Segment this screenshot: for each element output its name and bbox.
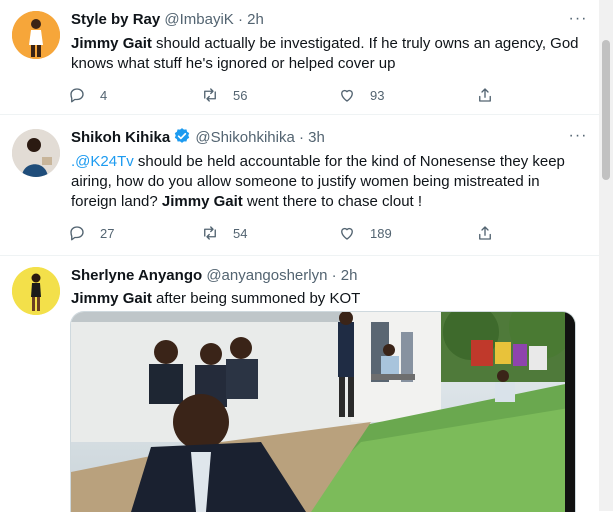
tweet-header: Sherlyne Anyango @anyangosherlyn · 2h xyxy=(71,266,357,286)
reply-count: 4 xyxy=(100,87,108,103)
like-button[interactable]: 93 xyxy=(338,85,384,105)
retweet-count: 54 xyxy=(233,225,248,241)
like-button[interactable]: 189 xyxy=(338,223,392,243)
retweet-button[interactable]: 54 xyxy=(201,223,247,243)
tweet-header: Style by Ray @ImbayiK · 2h xyxy=(71,10,264,30)
verified-badge-icon xyxy=(174,128,190,143)
share-button[interactable] xyxy=(476,223,508,243)
tweet-text-content: after being summoned by KOT xyxy=(151,290,361,307)
avatar[interactable] xyxy=(12,11,60,59)
like-icon xyxy=(341,89,353,102)
handle[interactable]: @ImbayiK xyxy=(164,11,233,28)
avatar[interactable] xyxy=(12,267,60,315)
tweet-text: .@K24Tv should be held accountable for t… xyxy=(71,152,571,212)
share-icon xyxy=(479,88,491,102)
tweet-text-part2: went there to chase clout ! xyxy=(242,193,423,210)
display-name[interactable]: Sherlyne Anyango xyxy=(71,267,202,284)
tweet-header: Shikoh Kihika @Shikohkihika · 3h xyxy=(71,127,325,148)
avatar[interactable] xyxy=(12,129,60,177)
reply-button[interactable]: 4 xyxy=(68,85,107,105)
retweet-button[interactable]: 56 xyxy=(201,85,247,105)
display-name[interactable]: Shikoh Kihika xyxy=(71,129,170,146)
share-button[interactable] xyxy=(476,85,508,105)
like-icon xyxy=(341,227,353,240)
reply-icon xyxy=(70,226,84,241)
tweet-1[interactable]: Style by Ray @ImbayiK · 2h ··· Jimmy Gai… xyxy=(0,0,613,115)
tweet-text: Jimmy Gait should actually be investigat… xyxy=(71,34,591,74)
reply-count: 27 xyxy=(100,225,115,241)
tweet-2[interactable]: Shikoh Kihika @Shikohkihika · 3h ··· .@K… xyxy=(0,115,613,256)
timestamp[interactable]: · 2h xyxy=(332,267,358,284)
tweet-text: Jimmy Gait after being summoned by KOT xyxy=(71,289,591,309)
tweet-actions: 4 56 93 xyxy=(68,85,508,105)
share-icon xyxy=(479,226,491,240)
photo-scene xyxy=(71,312,575,512)
more-icon[interactable]: ··· xyxy=(565,11,591,32)
avatar-image xyxy=(12,129,60,177)
reply-icon xyxy=(70,88,84,103)
bold-name: Jimmy Gait xyxy=(71,290,152,307)
like-count: 189 xyxy=(370,225,392,241)
retweet-count: 56 xyxy=(233,87,248,103)
scrollbar-thumb[interactable] xyxy=(602,40,610,180)
mention-link[interactable]: .@K24Tv xyxy=(71,153,134,170)
like-count: 93 xyxy=(370,87,385,103)
reply-button[interactable]: 27 xyxy=(68,223,114,243)
timestamp[interactable]: · 2h xyxy=(238,11,264,28)
handle[interactable]: @Shikohkihika xyxy=(195,129,294,146)
tweet-media-photo[interactable] xyxy=(70,311,576,512)
tweet-actions: 27 54 189 xyxy=(68,223,508,243)
more-icon[interactable]: ··· xyxy=(565,128,591,149)
retweet-icon xyxy=(204,226,216,240)
handle[interactable]: @anyangosherlyn xyxy=(206,267,327,284)
avatar-image xyxy=(12,267,60,315)
bold-name: Jimmy Gait xyxy=(161,193,243,210)
display-name[interactable]: Style by Ray xyxy=(71,11,160,28)
scrollbar[interactable] xyxy=(599,0,613,511)
bold-name: Jimmy Gait xyxy=(71,35,152,52)
retweet-icon xyxy=(204,88,216,102)
timestamp[interactable]: · 3h xyxy=(299,129,325,146)
avatar-image xyxy=(12,11,60,59)
